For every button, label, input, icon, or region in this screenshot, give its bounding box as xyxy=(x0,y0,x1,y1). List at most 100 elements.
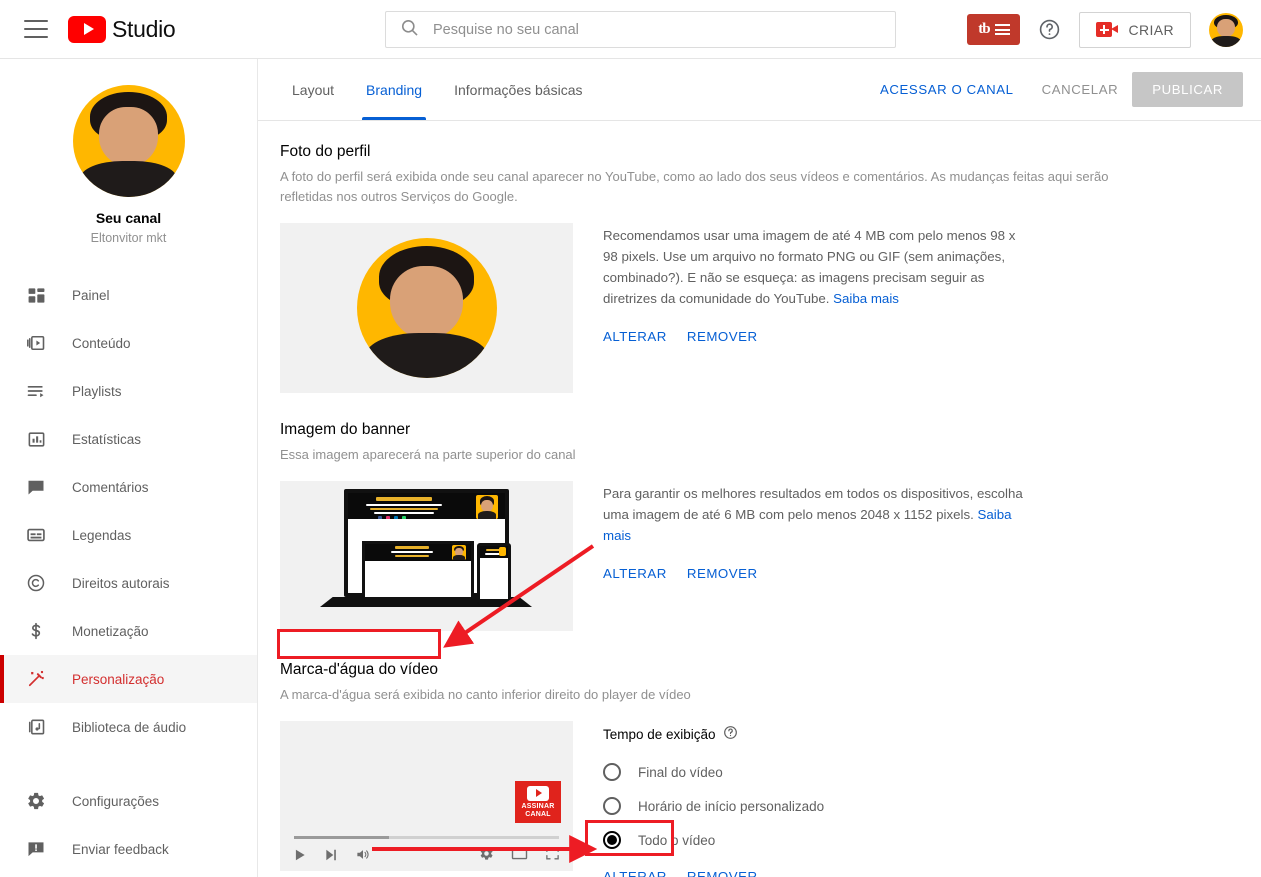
radio-option-horario-personalizado[interactable]: Horário de início personalizado xyxy=(603,789,824,823)
search-bar[interactable] xyxy=(385,11,896,48)
section-description: A marca-d'água será exibida no canto inf… xyxy=(280,687,691,702)
sidebar-item-monetizacao[interactable]: Monetização xyxy=(0,607,257,655)
youtube-play-icon xyxy=(68,15,106,43)
tab-informacoes-basicas[interactable]: Informações básicas xyxy=(442,59,594,120)
watermark-remove-button[interactable]: REMOVER xyxy=(687,869,758,877)
banner-help-text: Para garantir os melhores resultados em … xyxy=(603,486,1023,522)
sidebar-item-estatisticas[interactable]: Estatísticas xyxy=(0,415,257,463)
radio-label: Horário de início personalizado xyxy=(638,798,825,814)
radio-button[interactable] xyxy=(603,763,621,781)
sidebar-item-playlists[interactable]: Playlists xyxy=(0,367,257,415)
laptop-mockup xyxy=(362,541,474,603)
hamburger-menu-icon[interactable] xyxy=(24,20,48,38)
tab-actions: ACESSAR O CANAL CANCELAR PUBLICAR xyxy=(866,72,1243,107)
next-track-icon[interactable] xyxy=(324,848,338,867)
laptop-banner-art xyxy=(365,544,471,561)
publish-button[interactable]: PUBLICAR xyxy=(1132,72,1243,107)
sidebar-channel-title: Seu canal xyxy=(95,210,162,226)
fullscreen-icon[interactable] xyxy=(545,846,560,866)
section-title: Imagem do banner xyxy=(280,421,411,438)
profile-remove-button[interactable]: REMOVER xyxy=(687,329,758,344)
profile-change-button[interactable]: ALTERAR xyxy=(603,329,667,344)
sidebar-item-enviar-feedback[interactable]: Enviar feedback xyxy=(0,825,257,873)
sidebar-item-label: Personalização xyxy=(72,671,165,687)
brand-label: Studio xyxy=(112,15,176,42)
sidebar-item-comentarios[interactable]: Comentários xyxy=(0,463,257,511)
content-video-icon xyxy=(24,331,48,355)
phone-banner-art xyxy=(480,546,508,558)
tab-list: Layout Branding Informações básicas xyxy=(258,59,595,120)
sidebar-item-label: Configurações xyxy=(72,793,160,809)
profile-photo-info: Recomendamos usar uma imagem de até 4 MB… xyxy=(603,223,1023,393)
profile-learn-more-link[interactable]: Saiba mais xyxy=(833,291,899,306)
sidebar-item-label: Painel xyxy=(72,287,110,303)
search-input[interactable] xyxy=(433,21,895,38)
sidebar-item-conteudo[interactable]: Conteúdo xyxy=(0,319,257,367)
audio-library-icon xyxy=(24,715,48,739)
top-bar: Studio tb CRIAR xyxy=(0,0,1261,59)
banner-change-button[interactable]: ALTERAR xyxy=(603,566,667,581)
profile-help-text: Recomendamos usar uma imagem de até 4 MB… xyxy=(603,228,1016,306)
dollar-icon xyxy=(24,619,48,643)
profile-photo-preview[interactable] xyxy=(280,223,573,393)
tubebuddy-logo: tb xyxy=(978,21,990,37)
section-title: Foto do perfil xyxy=(280,143,371,160)
sidebar-item-direitos-autorais[interactable]: Direitos autorais xyxy=(0,559,257,607)
sidebar-item-legendas[interactable]: Legendas xyxy=(0,511,257,559)
branding-settings-panel: Foto do perfil A foto do perfil será exi… xyxy=(258,121,1261,877)
tab-bar: Layout Branding Informações básicas ACES… xyxy=(258,59,1261,121)
analytics-bar-icon xyxy=(24,427,48,451)
help-circle-icon[interactable] xyxy=(1038,18,1061,41)
sidebar-channel-avatar[interactable] xyxy=(72,85,185,197)
watermark-badge: ASSINAR CANAL xyxy=(515,781,561,823)
profile-photo-actions: ALTERAR REMOVER xyxy=(603,329,1023,344)
section-description: Essa imagem aparecerá na parte superior … xyxy=(280,447,576,462)
radio-button[interactable] xyxy=(603,797,621,815)
sidebar-item-biblioteca-de-audio[interactable]: Biblioteca de áudio xyxy=(0,703,257,751)
radio-button-selected[interactable] xyxy=(603,831,621,849)
tab-layout[interactable]: Layout xyxy=(280,59,346,120)
phone-mockup xyxy=(477,543,511,605)
radio-label: Final do vídeo xyxy=(638,764,723,780)
gear-icon xyxy=(24,789,48,813)
watermark-display-options: Tempo de exibição Final do vídeo Horário… xyxy=(603,721,824,877)
watermark-player-preview[interactable]: ASSINAR CANAL xyxy=(280,721,573,871)
youtube-play-icon xyxy=(527,785,549,801)
play-icon[interactable] xyxy=(293,848,307,867)
avatar[interactable] xyxy=(1209,12,1243,47)
radio-label: Todo o vídeo xyxy=(638,832,716,848)
radio-option-final-do-video[interactable]: Final do vídeo xyxy=(603,755,824,789)
cancel-button[interactable]: CANCELAR xyxy=(1028,72,1133,107)
sidebar-item-personalizacao[interactable]: Personalização xyxy=(0,655,257,703)
player-controls-left xyxy=(293,847,371,867)
banner-image-preview[interactable] xyxy=(280,481,573,631)
sidebar-item-label: Legendas xyxy=(72,527,132,543)
create-button[interactable]: CRIAR xyxy=(1079,11,1191,48)
gear-icon[interactable] xyxy=(479,846,494,866)
tubebuddy-menu-icon xyxy=(994,24,1010,35)
laptop-screen xyxy=(365,561,471,600)
top-bar-actions: tb CRIAR xyxy=(967,0,1243,59)
comment-icon xyxy=(24,475,48,499)
player-controls-right xyxy=(479,846,560,866)
volume-icon[interactable] xyxy=(355,847,371,867)
studio-logo[interactable]: Studio xyxy=(68,15,176,43)
video-watermark-section: Marca-d'água do vídeo A marca-d'água ser… xyxy=(280,661,1261,877)
tab-branding[interactable]: Branding xyxy=(354,59,434,120)
progress-bar[interactable] xyxy=(294,836,559,839)
banner-remove-button[interactable]: REMOVER xyxy=(687,566,758,581)
help-circle-icon[interactable] xyxy=(723,725,738,743)
sidebar-item-label: Biblioteca de áudio xyxy=(72,719,187,735)
desktop-banner-art xyxy=(348,493,505,520)
theater-mode-icon[interactable] xyxy=(511,847,528,866)
watermark-change-button[interactable]: ALTERAR xyxy=(603,869,667,877)
tubebuddy-button[interactable]: tb xyxy=(967,14,1021,45)
radio-option-todo-o-video[interactable]: Todo o vídeo xyxy=(603,823,824,857)
sidebar-item-label: Estatísticas xyxy=(72,431,142,447)
sidebar-item-configuracoes[interactable]: Configurações xyxy=(0,777,257,825)
view-channel-button[interactable]: ACESSAR O CANAL xyxy=(866,72,1028,107)
sidebar-item-painel[interactable]: Painel xyxy=(0,271,257,319)
watermark-badge-line1: ASSINAR xyxy=(521,802,555,810)
sidebar-divider-gap xyxy=(0,751,257,777)
sidebar-channel-handle: Eltonvitor mkt xyxy=(90,231,167,245)
